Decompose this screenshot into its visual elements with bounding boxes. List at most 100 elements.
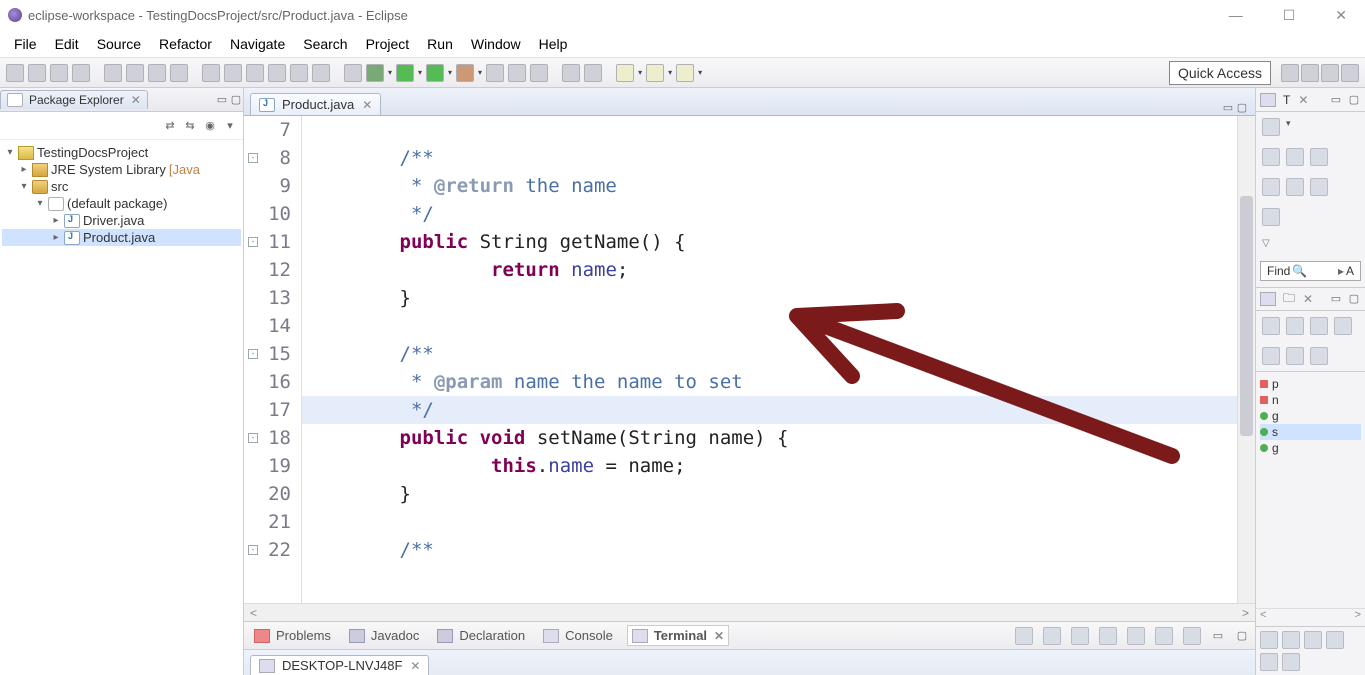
back-button[interactable] <box>616 64 634 82</box>
scroll-right-icon[interactable]: > <box>1242 606 1249 620</box>
outline-filter-icon[interactable] <box>1286 317 1304 335</box>
twisty-open-icon[interactable]: ▾ <box>2 147 18 158</box>
terminal-tool-4[interactable] <box>1099 627 1117 645</box>
close-icon[interactable]: ✕ <box>1298 93 1308 107</box>
code-line[interactable]: this.name = name; <box>302 452 1237 480</box>
task-sched-icon[interactable] <box>1286 148 1304 166</box>
task-new-icon[interactable] <box>1262 118 1280 136</box>
run-button[interactable] <box>170 64 188 82</box>
close-icon[interactable]: ✕ <box>714 629 724 643</box>
menu-search[interactable]: Search <box>295 33 355 55</box>
annotation-next[interactable] <box>584 64 602 82</box>
outline-sort-icon[interactable] <box>1262 317 1280 335</box>
outline-item[interactable]: s <box>1260 424 1361 440</box>
menu-file[interactable]: File <box>6 33 45 55</box>
close-icon[interactable]: ✕ <box>362 98 372 112</box>
code-line[interactable]: */ <box>302 200 1237 228</box>
task-focus-icon[interactable] <box>1310 148 1328 166</box>
code-content[interactable]: /** * @return the name */ public String … <box>302 116 1237 603</box>
package-explorer-tab[interactable]: Package Explorer ✕ <box>0 90 148 109</box>
maximize-view-button[interactable]: ▢ <box>229 93 243 107</box>
outline-tab[interactable]: 🗀 <box>1283 289 1295 310</box>
terminal-tool-5[interactable] <box>1127 627 1145 645</box>
menu-navigate[interactable]: Navigate <box>222 33 293 55</box>
tree-jre[interactable]: ▸ JRE System Library [Java <box>2 161 241 178</box>
fold-marker-icon[interactable]: - <box>248 545 258 555</box>
minimize-view-button[interactable]: ▭ <box>215 93 229 107</box>
new-java-button[interactable] <box>486 64 504 82</box>
rb-tool-2[interactable] <box>1282 631 1300 649</box>
outline-hide-icon[interactable] <box>1310 317 1328 335</box>
outline-focus-icon[interactable] <box>1334 317 1352 335</box>
forward-button[interactable] <box>646 64 664 82</box>
fold-marker-icon[interactable]: - <box>248 433 258 443</box>
horizontal-scrollbar[interactable]: < > <box>244 603 1255 621</box>
run-drop[interactable] <box>396 64 414 82</box>
outline-item[interactable]: g <box>1260 408 1361 424</box>
debug-button[interactable] <box>148 64 166 82</box>
save-button[interactable] <box>28 64 46 82</box>
close-icon[interactable]: ✕ <box>1303 292 1313 306</box>
code-line[interactable]: return name; <box>302 256 1237 284</box>
new-button[interactable] <box>6 64 24 82</box>
terminal-host-tab[interactable]: DESKTOP-LNVJ48F ✕ <box>250 655 429 675</box>
console-tab[interactable]: Console <box>539 626 617 645</box>
scroll-left-icon[interactable]: < <box>1260 609 1266 626</box>
open-type-button[interactable] <box>104 64 122 82</box>
find-input[interactable]: Find 🔍 ▸ A <box>1260 261 1361 281</box>
fold-marker-icon[interactable]: - <box>248 153 258 163</box>
outline-hide-static-icon[interactable] <box>1262 347 1280 365</box>
code-editor[interactable]: 78-91011-12131415-161718-19202122- /** *… <box>244 116 1255 603</box>
task-presentation-icon[interactable] <box>1262 208 1280 226</box>
code-line[interactable]: } <box>302 284 1237 312</box>
coverage-drop[interactable] <box>426 64 444 82</box>
code-line[interactable]: * @param name the name to set <box>302 368 1237 396</box>
java-perspective-icon[interactable] <box>1301 64 1319 82</box>
terminal-tool-3[interactable] <box>1071 627 1089 645</box>
terminal-tool-1[interactable] <box>1015 627 1033 645</box>
debug-drop[interactable] <box>366 64 384 82</box>
problems-tab[interactable]: Problems <box>250 626 335 645</box>
javadoc-tab[interactable]: Javadoc <box>345 626 423 645</box>
code-line[interactable]: /** <box>302 536 1237 564</box>
marker-button[interactable] <box>224 64 242 82</box>
code-line[interactable]: */ <box>302 396 1237 424</box>
debug-perspective-icon[interactable] <box>1321 64 1339 82</box>
wizard-button-2[interactable] <box>312 64 330 82</box>
menu-run[interactable]: Run <box>419 33 461 55</box>
chevron-down-icon[interactable]: ▽ <box>1262 238 1270 249</box>
last-edit-button[interactable] <box>676 64 694 82</box>
minimize-bottom-button[interactable]: ▭ <box>1211 629 1225 643</box>
tree-file-driver[interactable]: ▸ Driver.java <box>2 212 241 229</box>
code-line[interactable] <box>302 508 1237 536</box>
scroll-right-icon[interactable]: > <box>1355 609 1361 626</box>
task-list-tab[interactable]: T <box>1283 93 1290 107</box>
outline-hide-local-icon[interactable] <box>1310 347 1328 365</box>
twisty-closed-icon[interactable]: ▸ <box>16 164 32 175</box>
annotation-prev[interactable] <box>562 64 580 82</box>
twisty-closed-icon[interactable]: ▸ <box>48 232 64 243</box>
minimize-button[interactable]: — <box>1219 3 1253 28</box>
maximize-button[interactable]: ☐ <box>1273 3 1306 28</box>
wizard-button[interactable] <box>290 64 308 82</box>
code-line[interactable] <box>302 312 1237 340</box>
declaration-tab[interactable]: Declaration <box>433 626 529 645</box>
focus-task-icon[interactable]: ◉ <box>203 119 217 133</box>
menu-edit[interactable]: Edit <box>47 33 87 55</box>
maximize-bottom-button[interactable]: ▢ <box>1235 629 1249 643</box>
code-line[interactable] <box>302 116 1237 144</box>
menu-refactor[interactable]: Refactor <box>151 33 220 55</box>
minimize-outline-button[interactable]: ▭ <box>1329 292 1343 306</box>
new-package-button[interactable] <box>268 64 286 82</box>
step-button[interactable] <box>344 64 362 82</box>
terminal-tool-6[interactable] <box>1155 627 1173 645</box>
open-perspective-button[interactable] <box>1281 64 1299 82</box>
tree-project[interactable]: ▾ TestingDocsProject <box>2 144 241 161</box>
new-class-button[interactable] <box>246 64 264 82</box>
open-task-button[interactable] <box>508 64 526 82</box>
build-button[interactable] <box>72 64 90 82</box>
outline-hscroll[interactable]: < > <box>1256 608 1365 626</box>
tree-file-product[interactable]: ▸ Product.java <box>2 229 241 246</box>
bookmark-button[interactable] <box>202 64 220 82</box>
code-line[interactable]: public void setName(String name) { <box>302 424 1237 452</box>
